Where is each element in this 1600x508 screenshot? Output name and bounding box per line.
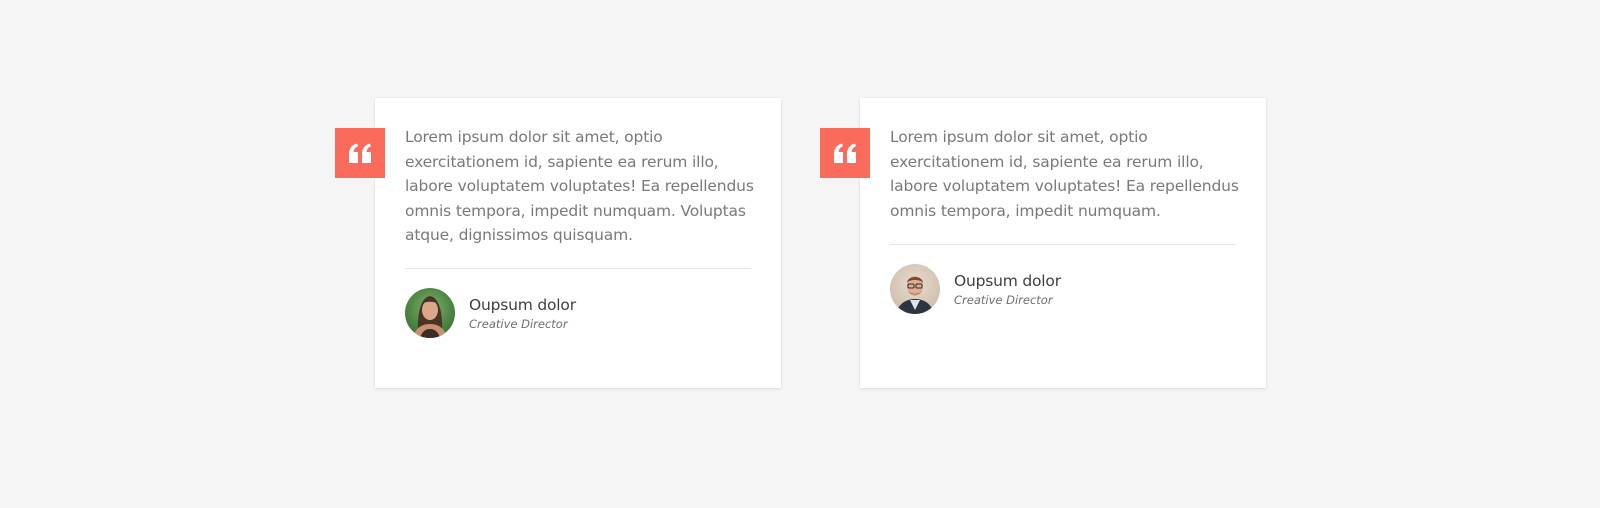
divider [405,268,751,269]
testimonial-card: Lorem ipsum dolor sit amet, optio exerci… [820,98,1266,388]
author-name: Oupsum dolor [954,271,1061,290]
quote-icon [335,128,385,178]
author-role: Creative Director [954,292,1053,307]
testimonial-card: Lorem ipsum dolor sit amet, optio exerci… [335,98,781,388]
author-block: Oupsum dolor Creative Director [890,264,1061,314]
author-block: Oupsum dolor Creative Director [405,288,576,338]
divider [890,244,1236,245]
quote-icon [820,128,870,178]
author-role: Creative Director [469,316,568,331]
avatar [890,264,940,314]
author-name: Oupsum dolor [469,295,576,314]
avatar [405,288,455,338]
testimonial-quote: Lorem ipsum dolor sit amet, optio exerci… [405,128,754,244]
testimonial-quote: Lorem ipsum dolor sit amet, optio exerci… [890,128,1239,220]
